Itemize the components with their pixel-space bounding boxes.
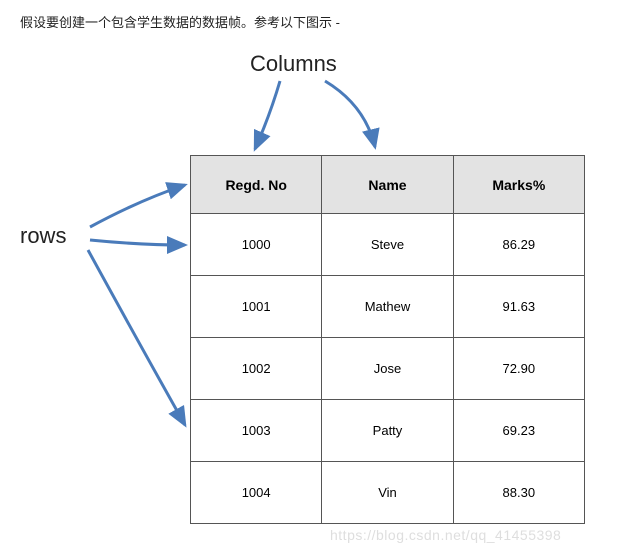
cell-regd-no: 1000	[191, 214, 322, 276]
cell-regd-no: 1002	[191, 338, 322, 400]
arrow-rows-1	[90, 185, 185, 227]
table-row: 1002 Jose 72.90	[191, 338, 585, 400]
cell-name: Steve	[322, 214, 453, 276]
col-regd-no: Regd. No	[191, 156, 322, 214]
col-marks: Marks%	[453, 156, 584, 214]
cell-name: Jose	[322, 338, 453, 400]
arrow-columns-1	[255, 81, 280, 149]
cell-regd-no: 1004	[191, 462, 322, 524]
arrow-columns-2	[325, 81, 375, 147]
cell-regd-no: 1001	[191, 276, 322, 338]
student-table: Regd. No Name Marks% 1000 Steve 86.29 10…	[190, 155, 585, 524]
cell-marks: 72.90	[453, 338, 584, 400]
table-header-row: Regd. No Name Marks%	[191, 156, 585, 214]
cell-name: Mathew	[322, 276, 453, 338]
dataframe-diagram: Columns rows Regd. No Name Marks% 1000 S…	[20, 45, 630, 540]
cell-marks: 86.29	[453, 214, 584, 276]
table-row: 1001 Mathew 91.63	[191, 276, 585, 338]
cell-marks: 88.30	[453, 462, 584, 524]
cell-name: Patty	[322, 400, 453, 462]
cell-name: Vin	[322, 462, 453, 524]
arrow-rows-2	[90, 240, 185, 245]
columns-label: Columns	[250, 51, 337, 77]
arrow-rows-3	[88, 250, 185, 425]
watermark-text: https://blog.csdn.net/qq_41455398	[330, 527, 561, 543]
col-name: Name	[322, 156, 453, 214]
table-row: 1004 Vin 88.30	[191, 462, 585, 524]
rows-label: rows	[20, 223, 66, 249]
intro-text: 假设要创建一个包含学生数据的数据帧。参考以下图示 -	[20, 12, 633, 31]
cell-regd-no: 1003	[191, 400, 322, 462]
table-row: 1003 Patty 69.23	[191, 400, 585, 462]
cell-marks: 91.63	[453, 276, 584, 338]
cell-marks: 69.23	[453, 400, 584, 462]
table-row: 1000 Steve 86.29	[191, 214, 585, 276]
